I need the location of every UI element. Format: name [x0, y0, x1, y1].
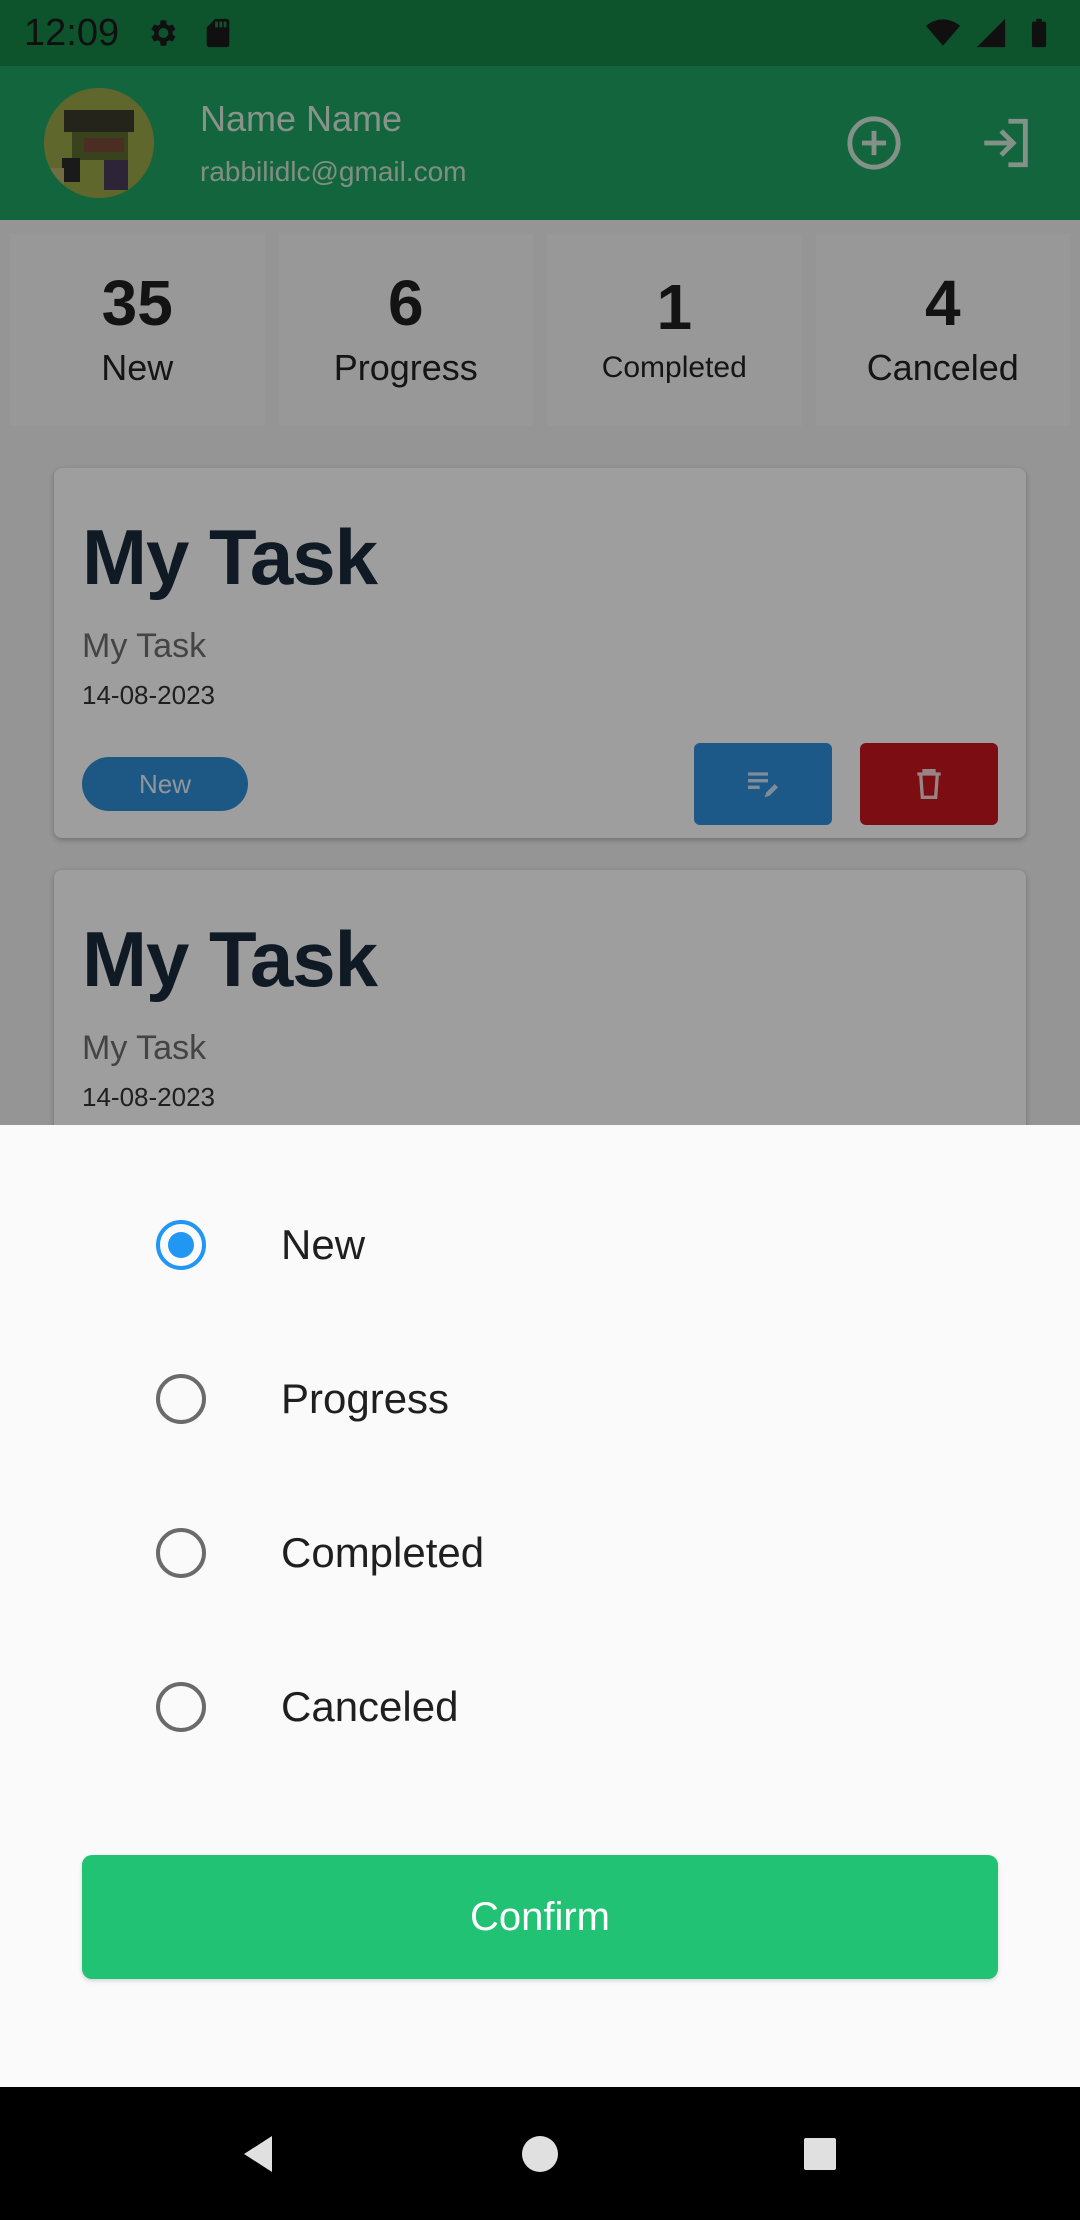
status-option-label: Canceled	[281, 1683, 459, 1730]
status-option-label: New	[281, 1221, 366, 1268]
status-bottom-sheet: New Progress Completed Canceled Confirm	[0, 1125, 1080, 2087]
confirm-button[interactable]: Confirm	[82, 1855, 998, 1979]
radio-button[interactable]	[156, 1374, 206, 1424]
radio-button[interactable]	[156, 1682, 206, 1732]
status-option-new[interactable]: New	[0, 1185, 1080, 1305]
radio-button-selected[interactable]	[156, 1220, 206, 1270]
status-option-label: Progress	[281, 1375, 450, 1422]
home-button[interactable]	[505, 2119, 575, 2189]
status-option-completed[interactable]: Completed	[0, 1493, 1080, 1613]
status-option-label: Completed	[281, 1529, 485, 1576]
recents-button[interactable]	[785, 2119, 855, 2189]
recents-icon	[804, 2137, 836, 2170]
home-icon	[522, 2135, 558, 2172]
system-nav-bar	[0, 2087, 1080, 2220]
modal-scrim[interactable]	[0, 0, 1080, 1125]
radio-button[interactable]	[156, 1528, 206, 1578]
back-button[interactable]	[225, 2119, 295, 2189]
back-icon	[244, 2135, 272, 2172]
status-option-progress[interactable]: Progress	[0, 1339, 1080, 1459]
status-option-canceled[interactable]: Canceled	[0, 1647, 1080, 1767]
